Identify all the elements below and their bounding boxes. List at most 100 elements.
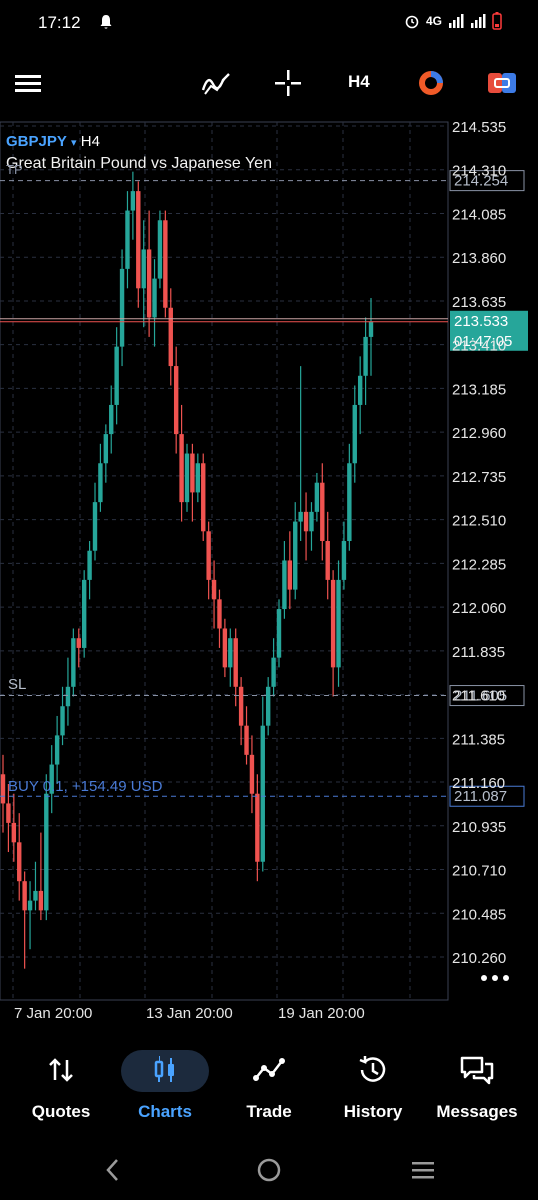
candle-body	[357, 375, 363, 405]
candle-body	[98, 463, 103, 503]
chart-toolbar	[0, 54, 538, 112]
candle-body	[136, 191, 141, 289]
candle	[168, 288, 173, 386]
candle-body	[38, 890, 44, 911]
nav-messages[interactable]: Messages	[427, 1050, 527, 1122]
bid-price-text: 213.533	[454, 313, 508, 330]
candle	[146, 210, 152, 337]
candle-body	[0, 774, 6, 804]
candle-body	[271, 657, 276, 687]
candle	[357, 356, 363, 435]
battery-icon	[492, 12, 502, 30]
candle	[347, 443, 352, 551]
symbol-dropdown-icon[interactable]: ▾	[71, 137, 77, 149]
price-levels: 214.254211.605211.087213.53301:47:05	[0, 170, 528, 807]
candle-body	[109, 404, 114, 435]
candle	[71, 628, 76, 697]
quotes-icon	[49, 1058, 73, 1082]
candle	[341, 521, 347, 590]
price-chart[interactable]: 214.254211.605211.087213.53301:47:05 214…	[0, 118, 538, 1028]
candle-body	[233, 638, 238, 687]
y-tick-label: 213.635	[452, 294, 506, 311]
y-tick-label: 213.410	[452, 338, 506, 355]
one-click-trading-icon[interactable]	[416, 68, 446, 98]
candle-body	[163, 220, 168, 308]
candle-body	[249, 754, 255, 794]
candle-body	[287, 560, 293, 590]
candle-body	[17, 842, 22, 882]
notification-bell-icon	[100, 15, 112, 29]
candle	[173, 346, 179, 454]
symbol-name[interactable]: GBPJPY	[6, 133, 67, 150]
candle	[195, 453, 201, 503]
candle	[92, 482, 98, 561]
candle	[136, 181, 141, 308]
candle-body	[6, 803, 11, 823]
candle	[363, 317, 368, 405]
candle-body	[201, 463, 206, 532]
more-dots-icon[interactable]	[478, 970, 514, 986]
candle	[130, 171, 136, 240]
bottom-navigation: Quotes Charts Trade History Messages	[0, 1040, 538, 1140]
candle	[54, 715, 60, 784]
candle-body	[298, 511, 303, 522]
candle-body	[114, 346, 119, 405]
y-tick-label: 214.535	[452, 119, 506, 136]
nav-label-history: History	[343, 1102, 403, 1121]
candle-body	[341, 541, 347, 580]
candle	[228, 628, 233, 687]
trade-panel-icon[interactable]	[487, 68, 517, 98]
candle-body	[65, 686, 71, 707]
candle	[38, 832, 44, 921]
candle	[320, 463, 325, 561]
candle-body	[265, 686, 271, 726]
candle	[249, 735, 255, 814]
candle-body	[71, 638, 76, 687]
candle-body	[352, 404, 357, 464]
candle-body	[320, 482, 325, 542]
candle	[238, 677, 244, 746]
candle	[98, 443, 103, 512]
candle	[114, 327, 119, 425]
plot-frame	[0, 121, 449, 1001]
candle-body	[152, 278, 157, 318]
nav-charts[interactable]: Charts	[115, 1050, 215, 1122]
chart-symbol-header[interactable]: GBPJPY ▾ H4	[6, 133, 100, 150]
candle	[314, 472, 320, 522]
indicators-icon[interactable]	[201, 68, 231, 98]
trade-icon	[253, 1058, 285, 1081]
candle-body	[130, 191, 136, 211]
candle-body	[190, 453, 195, 493]
candle-body	[228, 638, 233, 668]
y-tick-label: 210.260	[452, 950, 506, 967]
candle-body	[76, 638, 81, 648]
nav-history[interactable]: History	[323, 1050, 423, 1122]
timeframe-button[interactable]: H4	[348, 72, 370, 92]
candle	[119, 249, 125, 367]
position-label[interactable]: BUY 0.1, +154.49 USD	[8, 778, 162, 795]
candle	[352, 385, 357, 483]
candle-body	[276, 609, 282, 658]
candle	[336, 560, 341, 687]
home-icon[interactable]	[256, 1157, 282, 1183]
candle	[179, 404, 184, 522]
recents-icon[interactable]	[410, 1157, 436, 1183]
candle	[184, 443, 190, 512]
back-icon[interactable]	[100, 1157, 126, 1183]
candle-body	[81, 579, 87, 648]
menu-icon[interactable]	[13, 68, 43, 98]
crosshair-icon[interactable]	[273, 68, 303, 98]
candle	[260, 696, 265, 872]
chart-grid	[0, 121, 449, 1001]
nav-trade[interactable]: Trade	[219, 1050, 319, 1122]
nav-quotes[interactable]: Quotes	[11, 1050, 111, 1122]
candle	[81, 570, 87, 658]
y-tick-label: 210.935	[452, 819, 506, 836]
candle-body	[168, 307, 173, 367]
candle-body	[217, 599, 222, 629]
candle-body	[11, 822, 17, 843]
candle-body	[293, 521, 298, 590]
candle	[206, 521, 211, 600]
candle-body	[60, 706, 65, 736]
nav-label-trade: Trade	[246, 1102, 292, 1121]
